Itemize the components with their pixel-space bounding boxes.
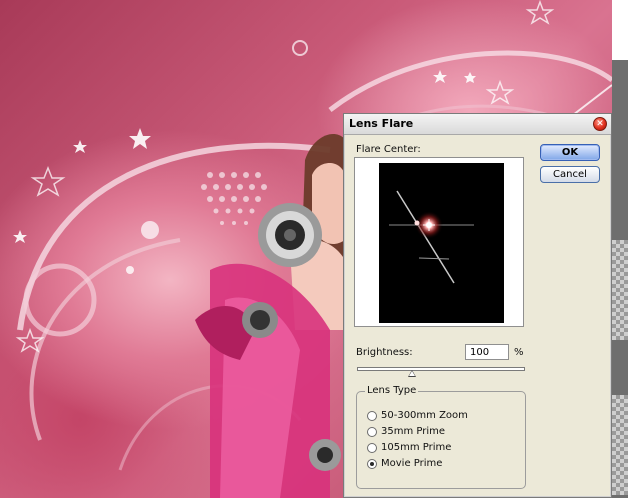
brightness-slider-thumb[interactable] [408, 370, 417, 377]
radio-50-300mm-zoom[interactable] [367, 411, 377, 421]
lens-type-title: Lens Type [365, 385, 419, 396]
lens-option-label: Movie Prime [381, 458, 443, 469]
cancel-button[interactable]: Cancel [540, 166, 600, 183]
close-icon[interactable]: ✕ [593, 117, 607, 131]
radio-35mm-prime[interactable] [367, 427, 377, 437]
brightness-input[interactable] [465, 344, 509, 360]
radio-105mm-prime[interactable] [367, 443, 377, 453]
brightness-slider-track[interactable] [357, 367, 525, 371]
brightness-unit: % [514, 347, 524, 358]
canvas-edge-checker [612, 395, 628, 495]
dialog-title-bar[interactable]: Lens Flare ✕ [344, 114, 611, 135]
brightness-label: Brightness: [356, 347, 413, 358]
canvas-edge-white [612, 0, 628, 60]
canvas-edge-strip [612, 0, 628, 498]
lens-type-group: Lens Type 50-300mm Zoom 35mm Prime 105mm… [356, 385, 526, 489]
ok-button[interactable]: OK [540, 144, 600, 161]
lens-option-label: 105mm Prime [381, 442, 452, 453]
radio-movie-prime[interactable] [367, 459, 377, 469]
lens-option-label: 35mm Prime [381, 426, 446, 437]
flare-preview-canvas[interactable] [379, 163, 504, 323]
flare-preview-frame [354, 157, 524, 327]
lens-flare-dialog: Lens Flare ✕ Flare Center: OK Cancel Bri… [343, 113, 612, 498]
flare-center-label: Flare Center: [356, 144, 421, 155]
canvas-edge-checker [612, 240, 628, 340]
lens-option-label: 50-300mm Zoom [381, 410, 468, 421]
flare-preview-image [389, 190, 474, 284]
dialog-title: Lens Flare [349, 117, 414, 130]
